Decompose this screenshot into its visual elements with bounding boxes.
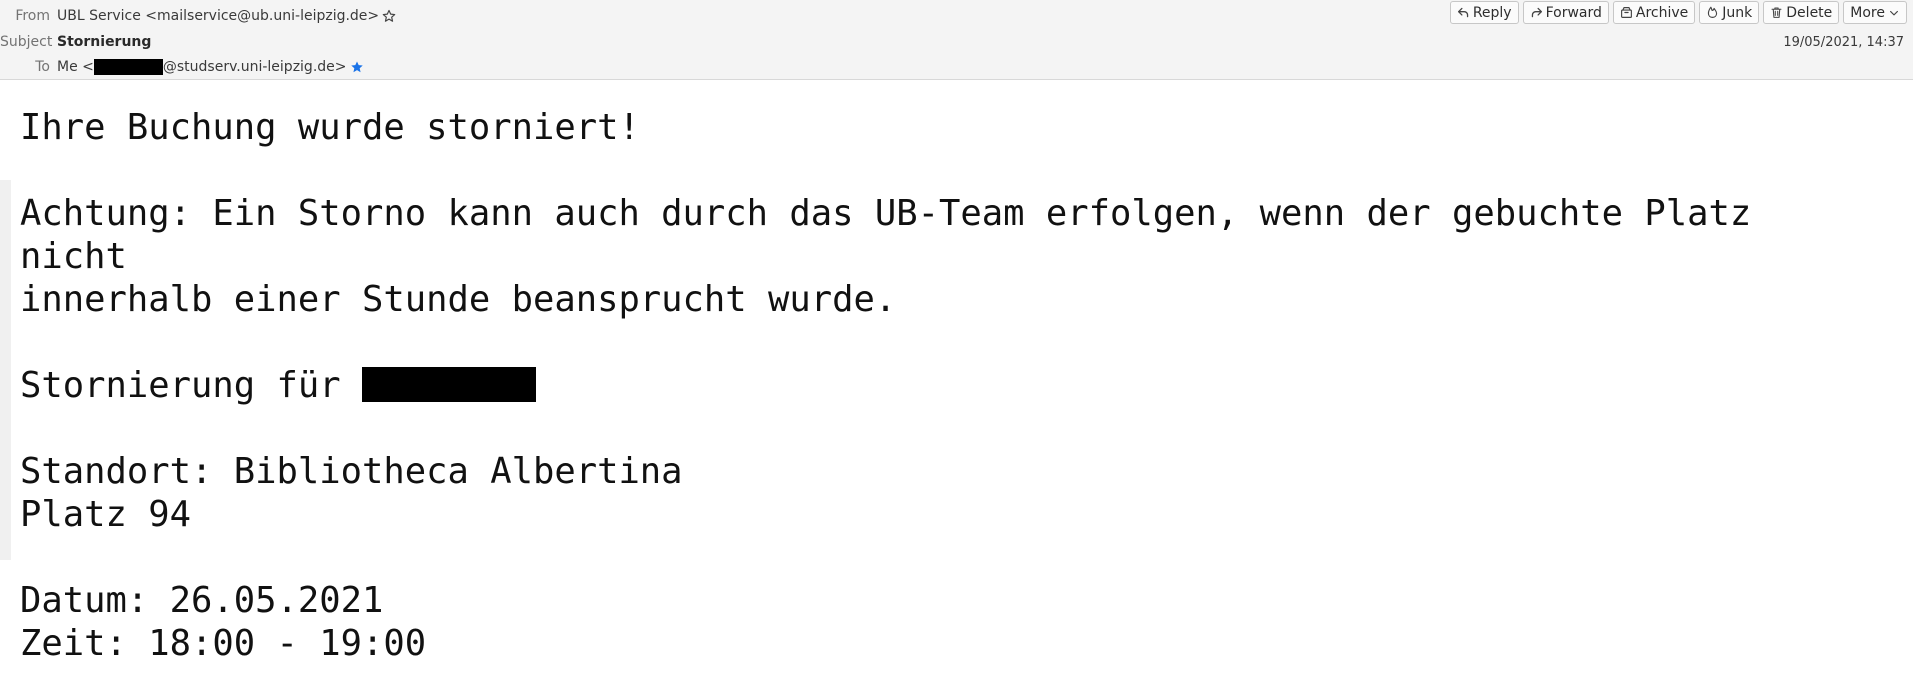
body-line-warning-cont: nicht [20, 236, 127, 277]
star-filled-icon[interactable] [350, 60, 364, 74]
body-line-warning: Achtung: Ein Storno kann auch durch das … [20, 193, 1752, 234]
to-prefix[interactable]: Me < [57, 59, 94, 75]
left-edge-strip [0, 180, 11, 560]
from-row: From UBL Service <mailservice@ub.uni-lei… [0, 8, 396, 24]
body-line-date: Datum: 26.05.2021 [20, 580, 384, 621]
delete-button[interactable]: Delete [1763, 1, 1840, 24]
message-body: Ihre Buchung wurde storniert! Achtung: E… [20, 106, 1751, 665]
more-label: More [1850, 4, 1885, 21]
subject-value: Stornierung [57, 34, 152, 50]
redacted-name [361, 367, 536, 402]
body-line-cancellation-for: Stornierung für [20, 364, 1751, 407]
to-label: To [35, 59, 50, 75]
more-button[interactable]: More [1843, 1, 1907, 24]
subject-label: Subject [0, 34, 53, 50]
junk-label: Junk [1722, 4, 1753, 21]
body-line-time: Zeit: 18:00 - 19:00 [20, 623, 427, 664]
forward-icon [1530, 6, 1543, 19]
body-line-cancelled: Ihre Buchung wurde storniert! [20, 107, 640, 148]
junk-button[interactable]: Junk [1699, 1, 1760, 24]
body-line-seat: Platz 94 [20, 494, 191, 535]
message-date: 19/05/2021, 14:37 [1783, 35, 1904, 50]
body-line-location: Standort: Bibliotheca Albertina [20, 451, 683, 492]
delete-label: Delete [1786, 4, 1833, 21]
body-line-warning-end: innerhalb einer Stunde beansprucht wurde… [20, 279, 897, 320]
message-toolbar: Reply Forward Archive Junk Delete More [1449, 1, 1907, 24]
archive-label: Archive [1635, 4, 1689, 21]
reply-icon [1457, 6, 1470, 19]
from-address[interactable]: UBL Service <mailservice@ub.uni-leipzig.… [57, 8, 379, 24]
archive-icon [1620, 6, 1633, 19]
reply-button[interactable]: Reply [1449, 1, 1519, 24]
forward-label: Forward [1545, 4, 1602, 21]
redacted-username [93, 59, 163, 75]
reply-label: Reply [1472, 4, 1512, 21]
junk-icon [1706, 6, 1719, 19]
cancellation-for-label: Stornierung für [20, 365, 362, 406]
forward-button[interactable]: Forward [1522, 1, 1609, 24]
chevron-down-icon [1888, 7, 1900, 19]
to-row: To Me < @studserv.uni-leipzig.de> [0, 59, 364, 75]
from-label: From [15, 8, 50, 24]
to-suffix[interactable]: @studserv.uni-leipzig.de> [163, 59, 347, 75]
message-header: From UBL Service <mailservice@ub.uni-lei… [0, 0, 1913, 80]
subject-row: Subject Stornierung [0, 34, 151, 50]
star-outline-icon[interactable] [382, 9, 396, 23]
archive-button[interactable]: Archive [1612, 1, 1696, 24]
trash-icon [1770, 6, 1783, 19]
